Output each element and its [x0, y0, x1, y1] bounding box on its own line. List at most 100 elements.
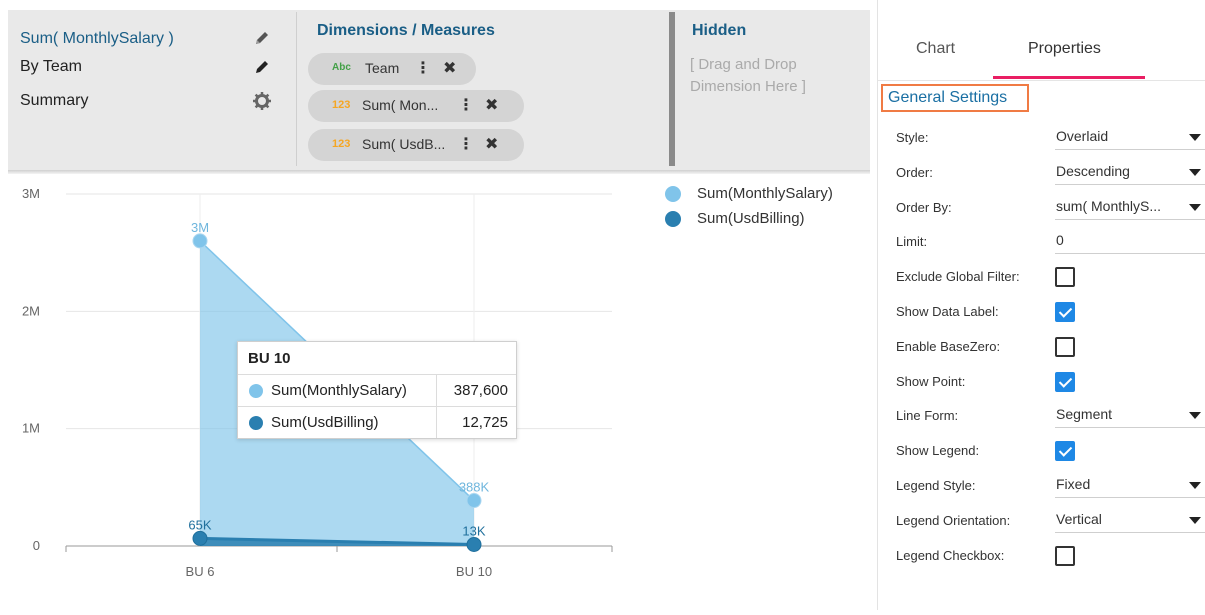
order-select[interactable]: Descending	[1055, 159, 1205, 185]
caret-down-icon	[1189, 412, 1201, 419]
legend-dot	[665, 211, 681, 227]
x-tick-label: BU 10	[456, 564, 492, 579]
measure-pill-usd-billing[interactable]: 123 Sum( UsdB... ⋮ ✖	[308, 129, 524, 161]
hidden-title: Hidden	[692, 22, 747, 39]
measure-title[interactable]: Sum( MonthlySalary )	[20, 30, 174, 48]
select-value: Vertical	[1056, 511, 1102, 527]
tooltip-value: 387,600	[453, 382, 508, 399]
number-type-icon: 123	[332, 99, 351, 111]
data-point	[192, 530, 208, 546]
y-tick-label: 3M	[22, 186, 40, 201]
pencil-icon[interactable]	[252, 57, 272, 77]
exclude-global-filter-checkbox[interactable]	[1055, 267, 1075, 287]
legend-label: Sum(UsdBilling)	[697, 210, 805, 227]
y-tick-label: 0	[33, 538, 40, 553]
y-tick-label: 2M	[22, 303, 40, 318]
caret-down-icon	[1189, 134, 1201, 141]
divider	[436, 407, 437, 438]
dimensions-title: Dimensions / Measures	[317, 22, 495, 39]
series-dot	[249, 416, 263, 430]
pill-label: Sum( Mon...	[362, 97, 439, 113]
exclude-global-filter-label: Exclude Global Filter:	[896, 269, 1020, 284]
show-data-label-checkbox[interactable]	[1055, 302, 1075, 322]
line-form-label: Line Form:	[896, 408, 959, 423]
limit-input[interactable]: 0	[1055, 228, 1205, 254]
order-by-select[interactable]: sum( MonthlyS...	[1055, 194, 1205, 220]
show-point-checkbox[interactable]	[1055, 372, 1075, 392]
column-divider	[296, 12, 297, 166]
group-by-label[interactable]: By Team	[20, 58, 82, 76]
close-icon[interactable]: ✖	[485, 95, 498, 115]
designer-panel-shadow	[8, 170, 870, 174]
chart-tooltip: BU 10 Sum(MonthlySalary) 387,600 Sum(Usd…	[237, 341, 517, 439]
tab-divider	[878, 80, 1205, 81]
more-vertical-icon[interactable]: ⋮	[458, 134, 474, 154]
measure-pill-monthly-salary[interactable]: 123 Sum( Mon... ⋮ ✖	[308, 90, 524, 122]
close-icon[interactable]: ✖	[443, 58, 456, 78]
enable-basezero-checkbox[interactable]	[1055, 337, 1075, 357]
series-dot	[249, 384, 263, 398]
limit-label: Limit:	[896, 234, 928, 249]
tooltip-title: BU 10	[248, 350, 291, 367]
legend-checkbox-checkbox[interactable]	[1055, 546, 1075, 566]
select-value: sum( MonthlyS...	[1056, 198, 1162, 214]
style-select[interactable]: Overlaid	[1055, 124, 1205, 150]
tab-chart[interactable]: Chart	[916, 40, 955, 58]
input-value: 0	[1056, 232, 1064, 248]
legend-dot	[665, 186, 681, 202]
tooltip-series-name: Sum(MonthlySalary)	[271, 382, 407, 399]
style-label: Style:	[896, 130, 929, 145]
gear-icon[interactable]	[252, 91, 272, 111]
hidden-section-bar	[669, 12, 675, 166]
show-data-label-label: Show Data Label:	[896, 304, 999, 319]
text-type-icon: Abc	[332, 62, 351, 73]
legend-checkbox-label: Legend Checkbox:	[896, 548, 1005, 563]
data-point	[466, 537, 482, 553]
show-legend-checkbox[interactable]	[1055, 441, 1075, 461]
show-point-label: Show Point:	[896, 374, 966, 389]
close-icon[interactable]: ✖	[485, 134, 498, 154]
select-value: Segment	[1056, 406, 1113, 422]
order-label: Order:	[896, 165, 933, 180]
legend-orientation-select[interactable]: Vertical	[1055, 507, 1205, 533]
general-settings-header[interactable]: General Settings	[881, 84, 1029, 112]
data-point	[192, 233, 208, 249]
select-value: Fixed	[1056, 476, 1091, 492]
tooltip-series-name: Sum(UsdBilling)	[271, 414, 379, 431]
more-vertical-icon[interactable]: ⋮	[458, 95, 474, 115]
caret-down-icon	[1189, 517, 1201, 524]
more-vertical-icon[interactable]: ⋮	[415, 58, 431, 78]
data-label: 3M	[191, 220, 209, 235]
tooltip-value: 12,725	[462, 414, 508, 431]
legend-orientation-label: Legend Orientation:	[896, 513, 1011, 528]
tab-properties[interactable]: Properties	[1028, 40, 1101, 58]
hidden-drop-zone[interactable]: [ Drag and Drop Dimension Here ]	[690, 54, 850, 98]
summary-label[interactable]: Summary	[20, 92, 88, 110]
order-by-label: Order By:	[896, 200, 952, 215]
show-legend-label: Show Legend:	[896, 443, 980, 458]
data-label: 388K	[459, 480, 490, 495]
pencil-icon[interactable]	[252, 28, 272, 48]
data-point	[466, 493, 482, 509]
legend-style-select[interactable]: Fixed	[1055, 472, 1205, 498]
tooltip-row: Sum(MonthlySalary) 387,600	[238, 374, 516, 406]
x-tick-label: BU 6	[186, 564, 215, 579]
tooltip-row: Sum(UsdBilling) 12,725	[238, 406, 516, 438]
divider	[436, 375, 437, 406]
line-form-select[interactable]: Segment	[1055, 402, 1205, 428]
data-label: 13K	[462, 524, 485, 539]
number-type-icon: 123	[332, 138, 351, 150]
dimension-pill-team[interactable]: Abc Team ⋮ ✖	[308, 53, 476, 85]
select-value: Overlaid	[1056, 128, 1109, 144]
legend-label: Sum(MonthlySalary)	[697, 185, 833, 202]
caret-down-icon	[1189, 204, 1201, 211]
select-value: Descending	[1056, 163, 1130, 179]
section-title: General Settings	[888, 89, 1008, 106]
properties-panel: Chart Properties General Settings Style:…	[877, 0, 1205, 610]
active-tab-indicator	[993, 76, 1145, 79]
pill-label: Sum( UsdB...	[362, 136, 446, 152]
y-tick-label: 1M	[22, 421, 40, 436]
legend-style-label: Legend Style:	[896, 478, 976, 493]
caret-down-icon	[1189, 169, 1201, 176]
pill-label: Team	[365, 60, 400, 76]
